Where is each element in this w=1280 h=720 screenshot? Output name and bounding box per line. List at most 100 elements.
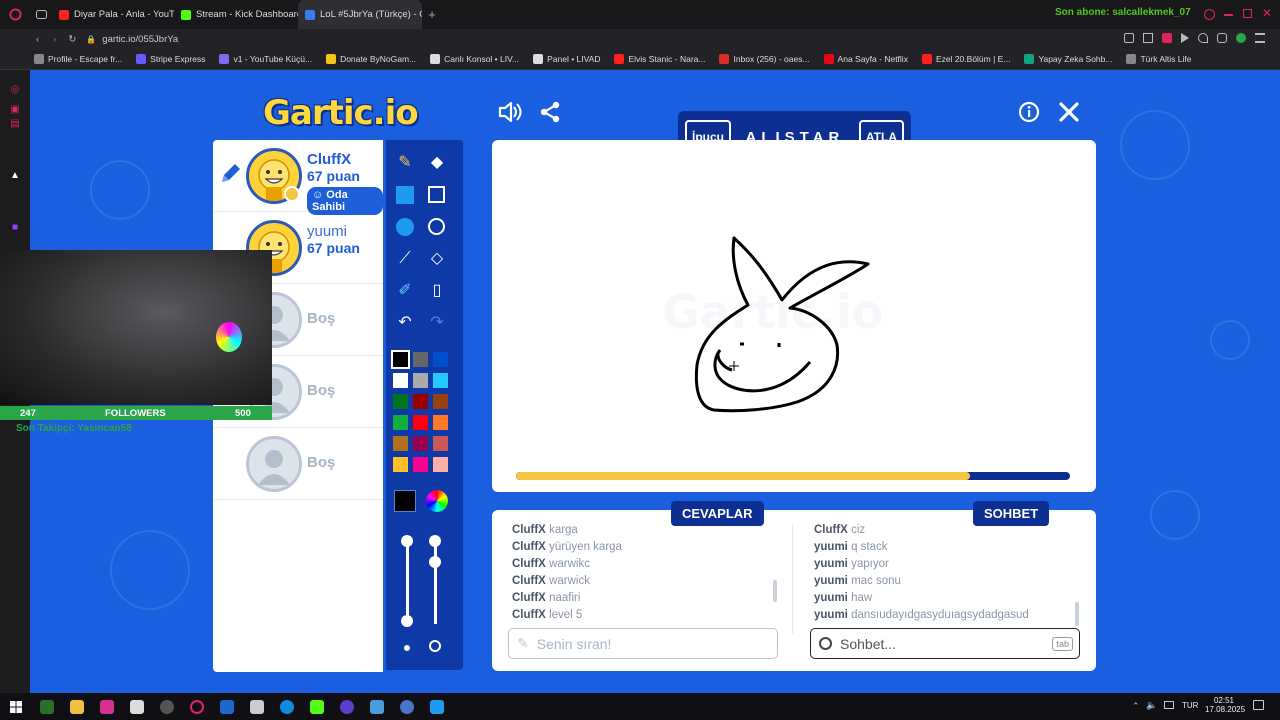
- bookmark-item[interactable]: Canlı Konsol • LIV...: [430, 54, 519, 64]
- color-swatch[interactable]: [433, 352, 448, 367]
- url-input[interactable]: gartic.io/055JbrYa: [102, 34, 178, 45]
- color-swatch[interactable]: [413, 352, 428, 367]
- color-swatch[interactable]: [393, 373, 408, 388]
- file-explorer-icon[interactable]: [70, 699, 84, 714]
- undo-icon[interactable]: ↶: [394, 312, 416, 334]
- store-icon[interactable]: [130, 699, 144, 714]
- obs-icon[interactable]: [160, 699, 174, 714]
- back-icon[interactable]: ‹: [36, 34, 39, 45]
- color-swatch[interactable]: [433, 457, 448, 472]
- new-page-icon[interactable]: ▯: [426, 280, 448, 302]
- app-icon[interactable]: [400, 699, 414, 714]
- messenger-icon[interactable]: ▤: [9, 118, 21, 130]
- color-swatch[interactable]: [393, 457, 408, 472]
- opera-taskbar-icon[interactable]: [190, 699, 204, 714]
- volume-icon[interactable]: 🔈: [1146, 700, 1157, 711]
- input-language[interactable]: TUR: [1182, 701, 1198, 710]
- info-icon[interactable]: [1018, 101, 1040, 128]
- fill-bucket-icon[interactable]: ◇: [426, 248, 448, 270]
- notification-icon[interactable]: [1253, 700, 1264, 710]
- new-tab-button[interactable]: +: [422, 7, 442, 22]
- circle-icon[interactable]: [426, 216, 448, 238]
- filled-rectangle-icon[interactable]: [394, 184, 416, 206]
- bookmark-item[interactable]: Inbox (256) - oaes...: [719, 54, 810, 64]
- color-swatch[interactable]: [433, 436, 448, 451]
- puzzle-icon[interactable]: [1217, 33, 1227, 43]
- play-icon[interactable]: [1181, 33, 1189, 43]
- tab-overview-icon[interactable]: [30, 10, 52, 19]
- snapshot-icon[interactable]: [1124, 33, 1134, 43]
- terminal-app-icon[interactable]: [40, 699, 54, 714]
- answers-tab[interactable]: CEVAPLAR: [671, 501, 764, 526]
- color-swatch[interactable]: [413, 394, 428, 409]
- answers-scrollbar[interactable]: [773, 580, 777, 602]
- bookmark-item[interactable]: Türk Altis Life: [1126, 54, 1192, 64]
- chat-input[interactable]: Sohbet... tab: [810, 628, 1080, 659]
- brush-size-slider[interactable]: [406, 538, 409, 624]
- exit-game-icon[interactable]: [1058, 101, 1080, 128]
- slider-handle[interactable]: [429, 535, 441, 547]
- color-swatch[interactable]: [413, 415, 428, 430]
- app-icon[interactable]: [340, 699, 354, 714]
- steam-icon[interactable]: [220, 699, 234, 714]
- bookmark-item[interactable]: Panel • LIVAD: [533, 54, 600, 64]
- color-picker-icon[interactable]: [426, 490, 448, 512]
- drawing-canvas[interactable]: Gartic.io: [492, 140, 1096, 492]
- color-swatch[interactable]: [393, 415, 408, 430]
- tab-kick-dashboard[interactable]: Stream - Kick Dashboard: [174, 0, 298, 29]
- slider-handle[interactable]: [429, 556, 441, 568]
- app-icon[interactable]: [370, 699, 384, 714]
- network-icon[interactable]: [1164, 701, 1174, 709]
- discord-icon[interactable]: [250, 699, 264, 714]
- chat-scrollbar[interactable]: [1075, 602, 1079, 626]
- opera-logo-icon[interactable]: [0, 0, 30, 29]
- bookmark-item[interactable]: Elvis Stanic - Nara...: [614, 54, 705, 64]
- color-swatch[interactable]: [391, 350, 410, 369]
- color-swatch[interactable]: [433, 394, 448, 409]
- player-item[interactable]: CluffX 67 puan ☺ Oda Sahibi: [213, 140, 383, 215]
- heart-icon[interactable]: [1198, 33, 1208, 43]
- share-icon[interactable]: [538, 100, 562, 129]
- eyedropper-icon[interactable]: ✐: [394, 280, 416, 302]
- gartic-app-icon[interactable]: [430, 699, 444, 714]
- bookmark-item[interactable]: Yapay Zeka Sohb...: [1024, 54, 1112, 64]
- color-swatch[interactable]: [433, 373, 448, 388]
- color-swatch[interactable]: [393, 394, 408, 409]
- tab-youtube[interactable]: Diyar Pala - Anla - YouTube: [52, 0, 174, 29]
- menu-icon[interactable]: [1255, 33, 1265, 43]
- instagram-icon[interactable]: [100, 699, 114, 714]
- kick-app-icon[interactable]: [310, 699, 324, 714]
- reload-icon[interactable]: ↻: [68, 34, 76, 45]
- maximize-icon[interactable]: [1243, 9, 1252, 18]
- minimize-icon[interactable]: [1224, 14, 1233, 16]
- filled-circle-icon[interactable]: [394, 216, 416, 238]
- shortcut-icon[interactable]: ▲: [9, 170, 21, 182]
- color-swatch[interactable]: [433, 415, 448, 430]
- rectangle-icon[interactable]: [426, 184, 448, 206]
- forward-icon[interactable]: ›: [53, 34, 56, 45]
- pencil-icon[interactable]: ✎: [394, 152, 416, 174]
- bookmark-item[interactable]: Ezel 20.Bölüm | E...: [921, 54, 1010, 64]
- edge-icon[interactable]: [280, 699, 294, 714]
- close-window-icon[interactable]: ✕: [1262, 6, 1272, 20]
- current-color-swatch[interactable]: [394, 490, 416, 512]
- color-swatch[interactable]: [393, 436, 408, 451]
- windows-start-icon[interactable]: [0, 700, 32, 713]
- eraser-icon[interactable]: ◆: [426, 152, 448, 174]
- bookmark-item[interactable]: v1 - YouTube Küçü...: [219, 54, 312, 64]
- pocket-icon[interactable]: [1162, 33, 1172, 43]
- sound-icon[interactable]: [497, 100, 523, 129]
- slider-handle[interactable]: [401, 535, 413, 547]
- bookmark-item[interactable]: Profile - Escape fr...: [34, 54, 122, 64]
- redo-icon[interactable]: ↷: [426, 312, 448, 334]
- aria-icon[interactable]: ◎: [9, 84, 21, 96]
- search-icon[interactable]: [1204, 9, 1215, 20]
- slider-handle[interactable]: [401, 615, 413, 627]
- bookmark-item[interactable]: Donate ByNoGam...: [326, 54, 416, 64]
- line-icon[interactable]: ⟋: [394, 248, 416, 270]
- bookmark-item[interactable]: Ana Sayfa - Netflix: [823, 54, 908, 64]
- color-swatch[interactable]: [413, 457, 428, 472]
- bookmark-item[interactable]: Stripe Express: [136, 54, 205, 64]
- color-swatch[interactable]: [413, 436, 428, 451]
- workspace-icon[interactable]: ▣: [9, 104, 21, 116]
